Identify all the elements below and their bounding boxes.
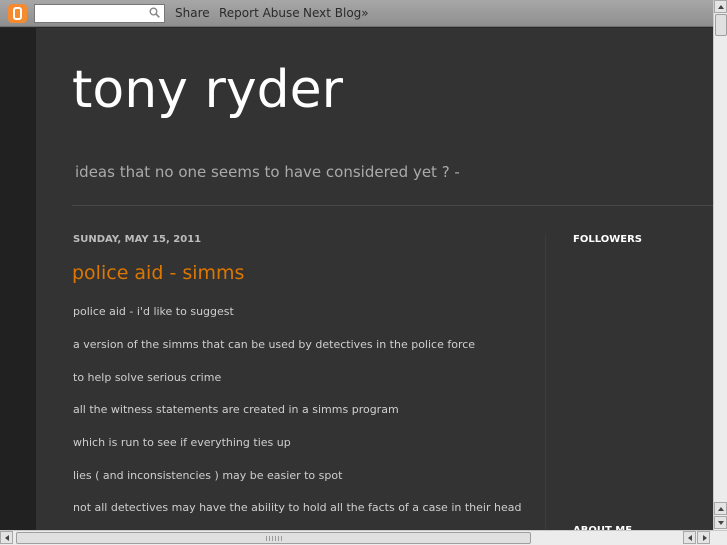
vertical-scrollbar[interactable] xyxy=(713,0,727,530)
horizontal-scroll-thumb[interactable] xyxy=(16,532,531,544)
scroll-up-button-lower[interactable] xyxy=(714,502,727,515)
scroll-left-button[interactable] xyxy=(0,531,13,544)
vertical-scroll-thumb[interactable] xyxy=(715,14,727,36)
header-divider xyxy=(72,205,713,206)
blogger-navbar: Share Report Abuse Next Blog» xyxy=(0,0,713,27)
post-line: a version of the simms that can be used … xyxy=(73,338,476,351)
blog-description: ideas that no one seems to have consider… xyxy=(75,163,460,181)
post-line: not all detectives may have the ability … xyxy=(73,501,522,514)
scroll-left-button-right[interactable] xyxy=(683,531,696,544)
share-link[interactable]: Share xyxy=(175,6,210,20)
post-date: SUNDAY, MAY 15, 2011 xyxy=(73,234,202,245)
post-title-link[interactable]: police aid - simms xyxy=(72,262,244,284)
post-line: police aid - i'd like to suggest xyxy=(73,305,234,318)
scroll-up-button[interactable] xyxy=(714,0,727,13)
search-icon[interactable] xyxy=(149,7,160,18)
search-input[interactable] xyxy=(38,8,146,25)
blogger-logo-icon[interactable] xyxy=(8,4,27,23)
report-abuse-link[interactable]: Report Abuse xyxy=(219,6,300,20)
post-line: all the witness statements are created i… xyxy=(73,403,399,416)
post-line: lies ( and inconsistencies ) may be easi… xyxy=(73,469,343,482)
post-line: to help solve serious crime xyxy=(73,371,222,384)
scroll-down-button[interactable] xyxy=(714,516,727,529)
left-margin xyxy=(0,28,36,530)
horizontal-scrollbar[interactable] xyxy=(0,530,727,545)
post-line: which is run to see if everything ties u… xyxy=(73,436,291,449)
search-box xyxy=(34,4,165,25)
next-blog-link[interactable]: Next Blog» xyxy=(303,6,369,20)
sidebar-divider xyxy=(545,235,546,530)
scroll-right-button[interactable] xyxy=(697,531,710,544)
blog-title[interactable]: tony ryder xyxy=(72,60,343,120)
followers-heading: FOLLOWERS xyxy=(573,234,642,245)
